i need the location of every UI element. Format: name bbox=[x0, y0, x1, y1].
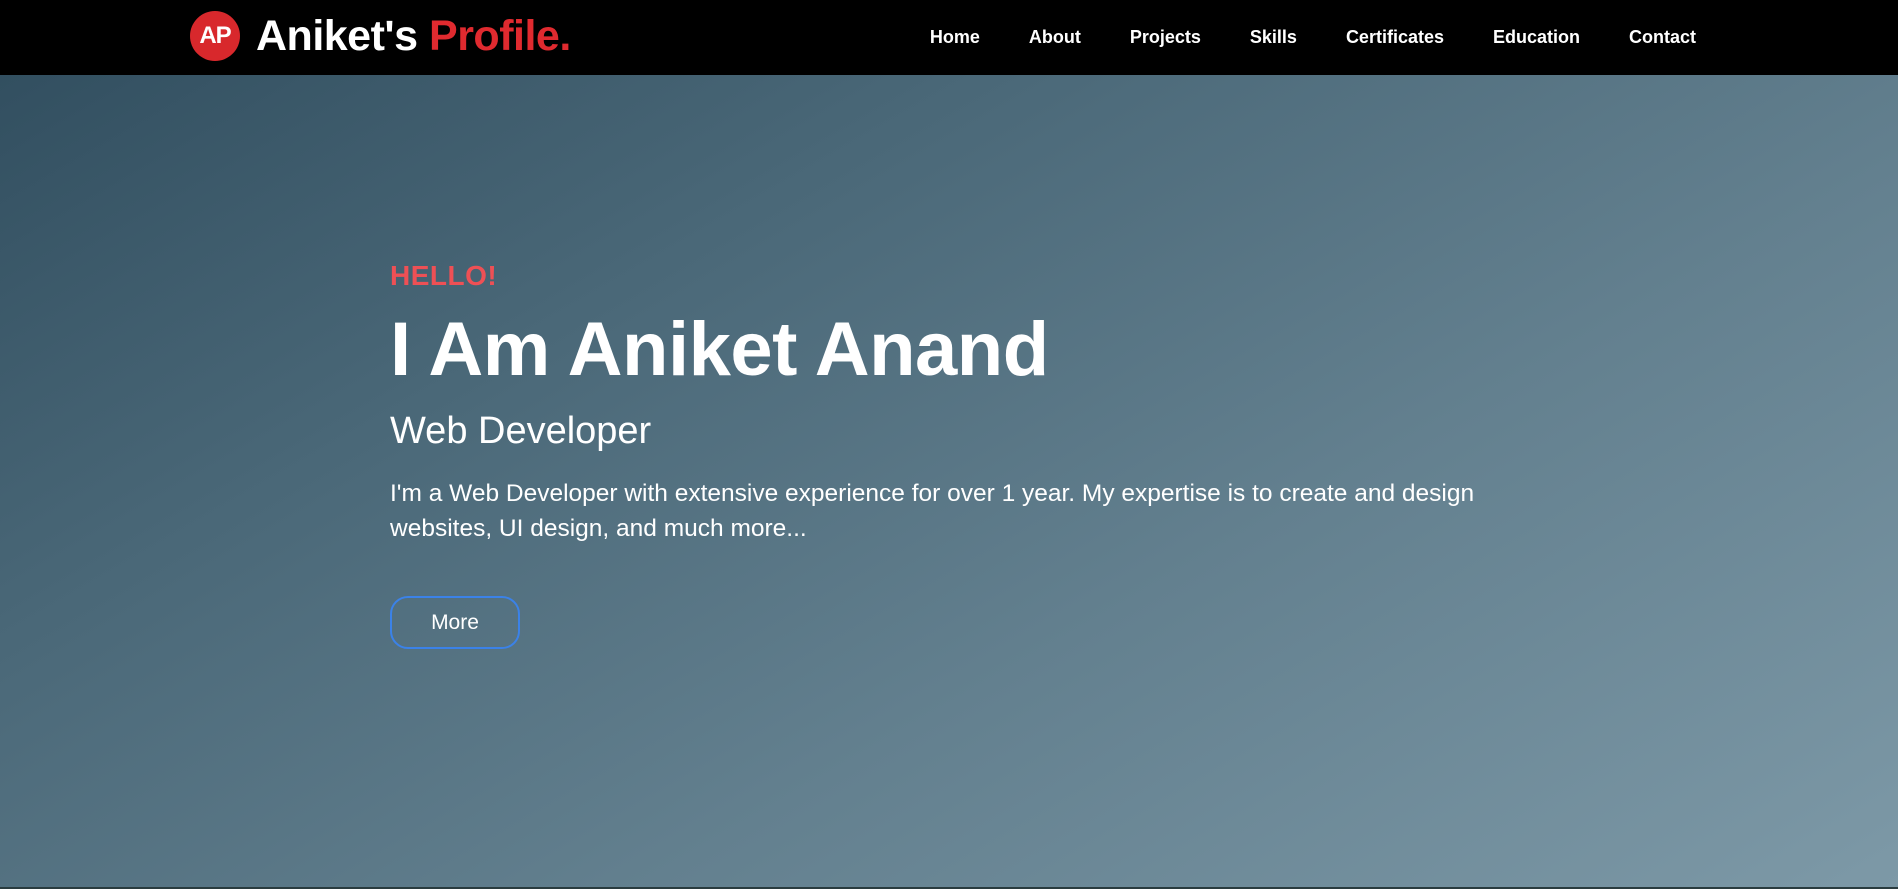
nav-link-about[interactable]: About bbox=[1029, 27, 1081, 48]
hero-role: Web Developer bbox=[390, 410, 652, 452]
nav-menu: Home About Projects Skills Certificates … bbox=[930, 0, 1696, 75]
hero-content: HELLO! I Am Aniket Anand Web Developer I… bbox=[390, 260, 1540, 649]
brand-title-accent: Profile. bbox=[429, 11, 571, 60]
logo-badge: AP bbox=[190, 11, 240, 61]
hero-description: I'm a Web Developer with extensive exper… bbox=[390, 480, 1475, 542]
hero-name: I Am Aniket Anand bbox=[390, 307, 1049, 392]
hero-section: HELLO! I Am Aniket Anand Web Developer I… bbox=[0, 75, 1898, 887]
brand-title: Aniket's Profile. bbox=[256, 11, 571, 60]
nav-link-skills[interactable]: Skills bbox=[1250, 27, 1297, 48]
brand-title-main: Aniket's bbox=[256, 11, 430, 60]
nav-link-projects[interactable]: Projects bbox=[1130, 27, 1201, 48]
more-button[interactable]: More bbox=[390, 596, 520, 649]
nav-link-certificates[interactable]: Certificates bbox=[1346, 27, 1444, 48]
nav-link-home[interactable]: Home bbox=[930, 27, 980, 48]
nav-link-contact[interactable]: Contact bbox=[1629, 27, 1696, 48]
brand-logo-link[interactable]: AP Aniket's Profile. bbox=[190, 11, 571, 61]
hero-greeting: HELLO! bbox=[390, 260, 498, 291]
nav-link-education[interactable]: Education bbox=[1493, 27, 1580, 48]
navbar: AP Aniket's Profile. Home About Projects… bbox=[0, 0, 1898, 75]
